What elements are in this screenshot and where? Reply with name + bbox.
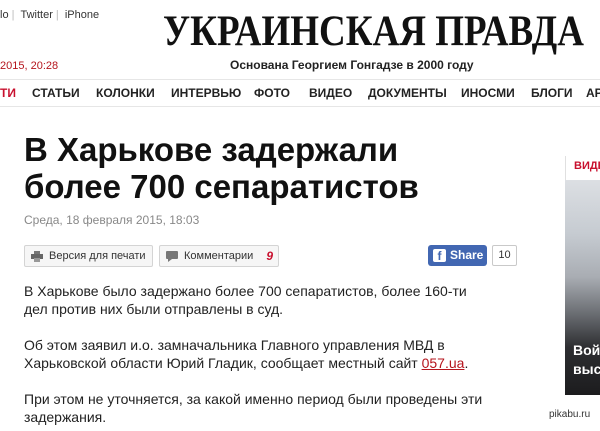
source-link[interactable]: 057.ua <box>422 355 465 371</box>
headline-line-1: В Харькове задержали <box>24 131 399 168</box>
print-version-label: Версия для печати <box>49 250 146 262</box>
paragraph-line: дел против них были отправлены в суд. <box>24 301 284 317</box>
nav-item-interviews[interactable]: ИНТЕРВЬЮ <box>171 86 241 100</box>
paragraph-line: задержания. <box>24 409 107 425</box>
site-logo[interactable]: УКРАИНСКАЯ ПРАВДА <box>163 8 584 56</box>
sidebar-video-label: ВИДЕ <box>574 160 600 172</box>
nav-item-video[interactable]: ВИДЕО <box>309 86 352 100</box>
share-count: 10 <box>492 245 517 266</box>
sidebar-caption-line: выс <box>573 361 600 377</box>
sidebar-video-thumbnail[interactable]: Вой выс <box>565 180 600 395</box>
comments-count: 9 <box>266 249 273 263</box>
social-links: lo | Twitter | iPhone <box>0 9 99 21</box>
nav-item-blogs[interactable]: БЛОГИ <box>531 86 573 100</box>
current-datetime: 2015, 20:28 <box>0 60 59 72</box>
article-paragraph: При этом не уточняется, за какой именно … <box>24 390 502 426</box>
nav-item-columns[interactable]: КОЛОНКИ <box>96 86 155 100</box>
link-separator: | <box>11 9 15 21</box>
article-date: Среда, 18 февраля 2015, 18:03 <box>24 213 200 227</box>
link-separator: | <box>55 9 59 21</box>
paragraph-line: Харьковской области Юрий Гладик, сообщае… <box>24 354 502 372</box>
twitter-link[interactable]: Twitter <box>20 9 52 21</box>
iphone-link[interactable]: iPhone <box>65 9 99 21</box>
paragraph-text: Харьковской области Юрий Гладик, сообщае… <box>24 355 422 371</box>
paragraph-end: . <box>464 355 469 371</box>
article-headline: В Харькове задержали более 700 сепаратис… <box>24 131 494 205</box>
main-nav: ТИ СТАТЬИ КОЛОНКИ ИНТЕРВЬЮ ФОТО ВИДЕО ДО… <box>0 79 600 107</box>
paragraph-line: При этом не уточняется, за какой именно … <box>24 391 483 407</box>
nav-item-photo[interactable]: ФОТО <box>254 86 290 100</box>
comments-label: Комментарии <box>184 250 254 262</box>
headline-line-2: более 700 сепаратистов <box>24 168 419 205</box>
facebook-share-button[interactable]: f Share <box>428 245 487 266</box>
comments-button[interactable]: Комментарии 9 <box>159 245 279 267</box>
print-version-button[interactable]: Версия для печати <box>24 245 153 267</box>
article-paragraph: Об этом заявил и.о. замначальника Главно… <box>24 336 502 372</box>
masthead: УКРАИНСКАЯ ПРАВДА Основана Георгием Гонг… <box>163 8 600 72</box>
social-link-partial[interactable]: lo <box>0 9 9 21</box>
paragraph-line: Об этом заявил и.о. замначальника Главно… <box>24 337 445 353</box>
sidebar-caption-line: Вой <box>573 342 600 358</box>
nav-item-inosmi[interactable]: ИНОСМИ <box>461 86 515 100</box>
printer-icon <box>31 251 43 262</box>
facebook-icon: f <box>433 249 446 263</box>
nav-item-documents[interactable]: ДОКУМЕНТЫ <box>368 86 447 100</box>
share-label: Share <box>450 248 484 262</box>
paragraph-line: В Харькове было задержано более 700 сепа… <box>24 283 467 299</box>
nav-item-articles[interactable]: СТАТЬИ <box>32 86 80 100</box>
site-tagline: Основана Георгием Гонгадзе в 2000 году <box>230 58 474 72</box>
nav-item-news[interactable]: ТИ <box>0 86 16 100</box>
comment-icon <box>166 251 178 262</box>
watermark: pikabu.ru <box>549 409 591 420</box>
nav-item-partial[interactable]: АР <box>586 86 600 100</box>
article-paragraph: В Харькове было задержано более 700 сепа… <box>24 282 502 318</box>
sidebar-video-header[interactable]: ВИДЕ <box>565 156 600 180</box>
